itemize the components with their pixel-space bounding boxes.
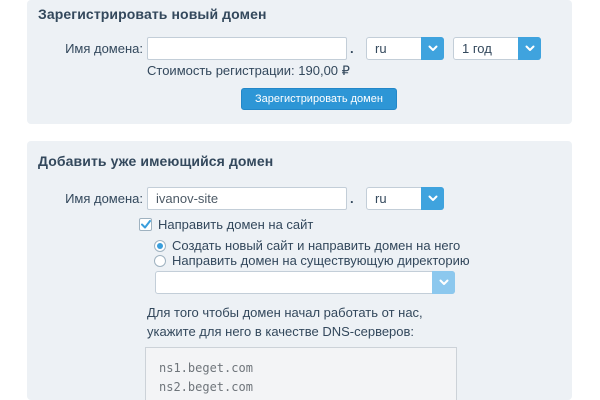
add-tld-select[interactable]: ru	[366, 187, 444, 210]
dns-instruction-text: Для того чтобы домен начал работать от н…	[147, 303, 467, 341]
register-panel-title: Зарегистрировать новый домен	[38, 6, 267, 22]
radio-icon	[154, 255, 166, 267]
register-domain-name-label: Имя домена:	[27, 41, 143, 56]
add-domain-name-input[interactable]	[147, 187, 347, 210]
dns-server-line: ns1.beget.com	[159, 359, 456, 378]
add-tld-selected-value: ru	[367, 191, 387, 206]
chevron-down-icon	[518, 37, 541, 60]
chevron-down-icon	[432, 271, 455, 294]
register-domain-panel: Зарегистрировать новый домен Имя домена:…	[27, 0, 572, 124]
radio-dot-icon	[157, 243, 163, 249]
registration-price-text: Стоимость регистрации: 190,00 ₽	[147, 63, 350, 79]
add-domain-name-label: Имя домена:	[27, 191, 143, 206]
domain-dot-separator: .	[350, 41, 354, 56]
radio-create-new-site-label: Создать новый сайт и направить домен на …	[172, 238, 460, 253]
directory-select[interactable]	[155, 271, 455, 294]
register-period-select[interactable]: 1 год	[453, 37, 541, 60]
add-existing-domain-panel: Добавить уже имеющийся домен Имя домена:…	[27, 141, 572, 400]
register-tld-select[interactable]: ru	[366, 37, 444, 60]
radio-point-existing-directory-label: Направить домен на существующую директор…	[172, 253, 470, 268]
chevron-down-icon	[421, 37, 444, 60]
chevron-down-icon	[421, 187, 444, 210]
register-domain-name-input[interactable]	[147, 37, 347, 60]
domain-dot-separator: .	[350, 191, 354, 206]
dns-server-line: ns2.beget.com	[159, 378, 456, 397]
point-domain-to-site-checkbox[interactable]	[139, 218, 152, 231]
point-domain-to-site-row: Направить домен на сайт	[139, 217, 313, 232]
radio-point-existing-directory[interactable]: Направить домен на существующую директор…	[154, 253, 470, 268]
register-period-selected-value: 1 год	[454, 41, 492, 56]
check-icon	[141, 216, 151, 234]
dns-servers-box: ns1.beget.com ns2.beget.com ns1.beget.pr…	[145, 347, 457, 400]
radio-create-new-site[interactable]: Создать новый сайт и направить домен на …	[154, 238, 460, 253]
register-domain-button[interactable]: Зарегистрировать домен	[241, 88, 397, 110]
add-panel-title: Добавить уже имеющийся домен	[38, 153, 273, 169]
domains-page: Зарегистрировать новый домен Имя домена:…	[0, 0, 600, 400]
radio-icon	[154, 240, 166, 252]
point-domain-to-site-label: Направить домен на сайт	[158, 217, 313, 232]
register-tld-selected-value: ru	[367, 41, 387, 56]
